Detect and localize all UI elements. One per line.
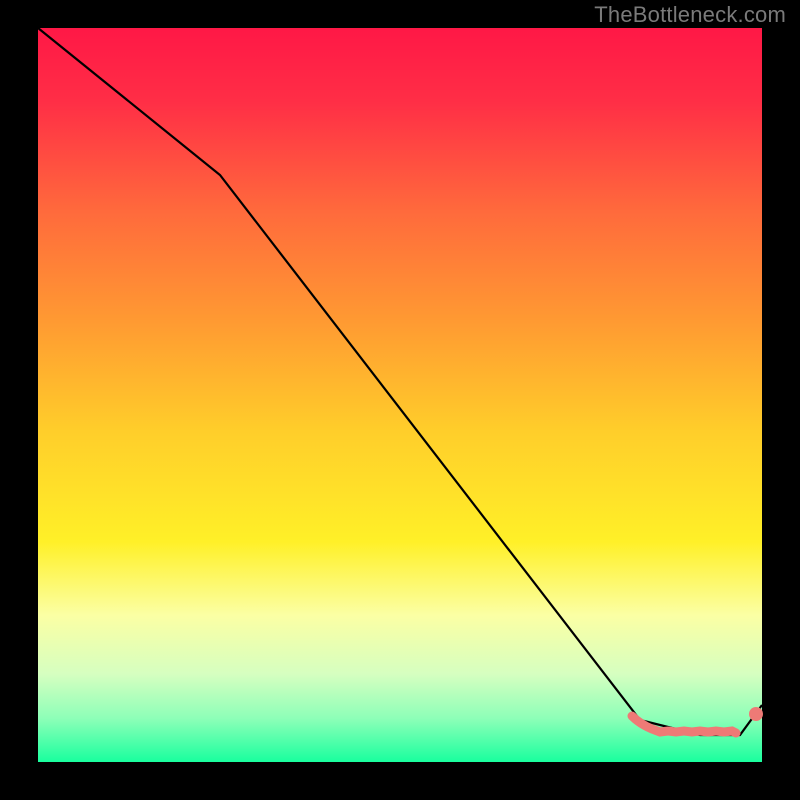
end-marker-dot [749, 707, 763, 721]
chart-container: TheBottleneck.com [0, 0, 800, 800]
bottleneck-chart [0, 0, 800, 800]
watermark-text: TheBottleneck.com [594, 2, 786, 28]
plot-area [38, 28, 762, 762]
